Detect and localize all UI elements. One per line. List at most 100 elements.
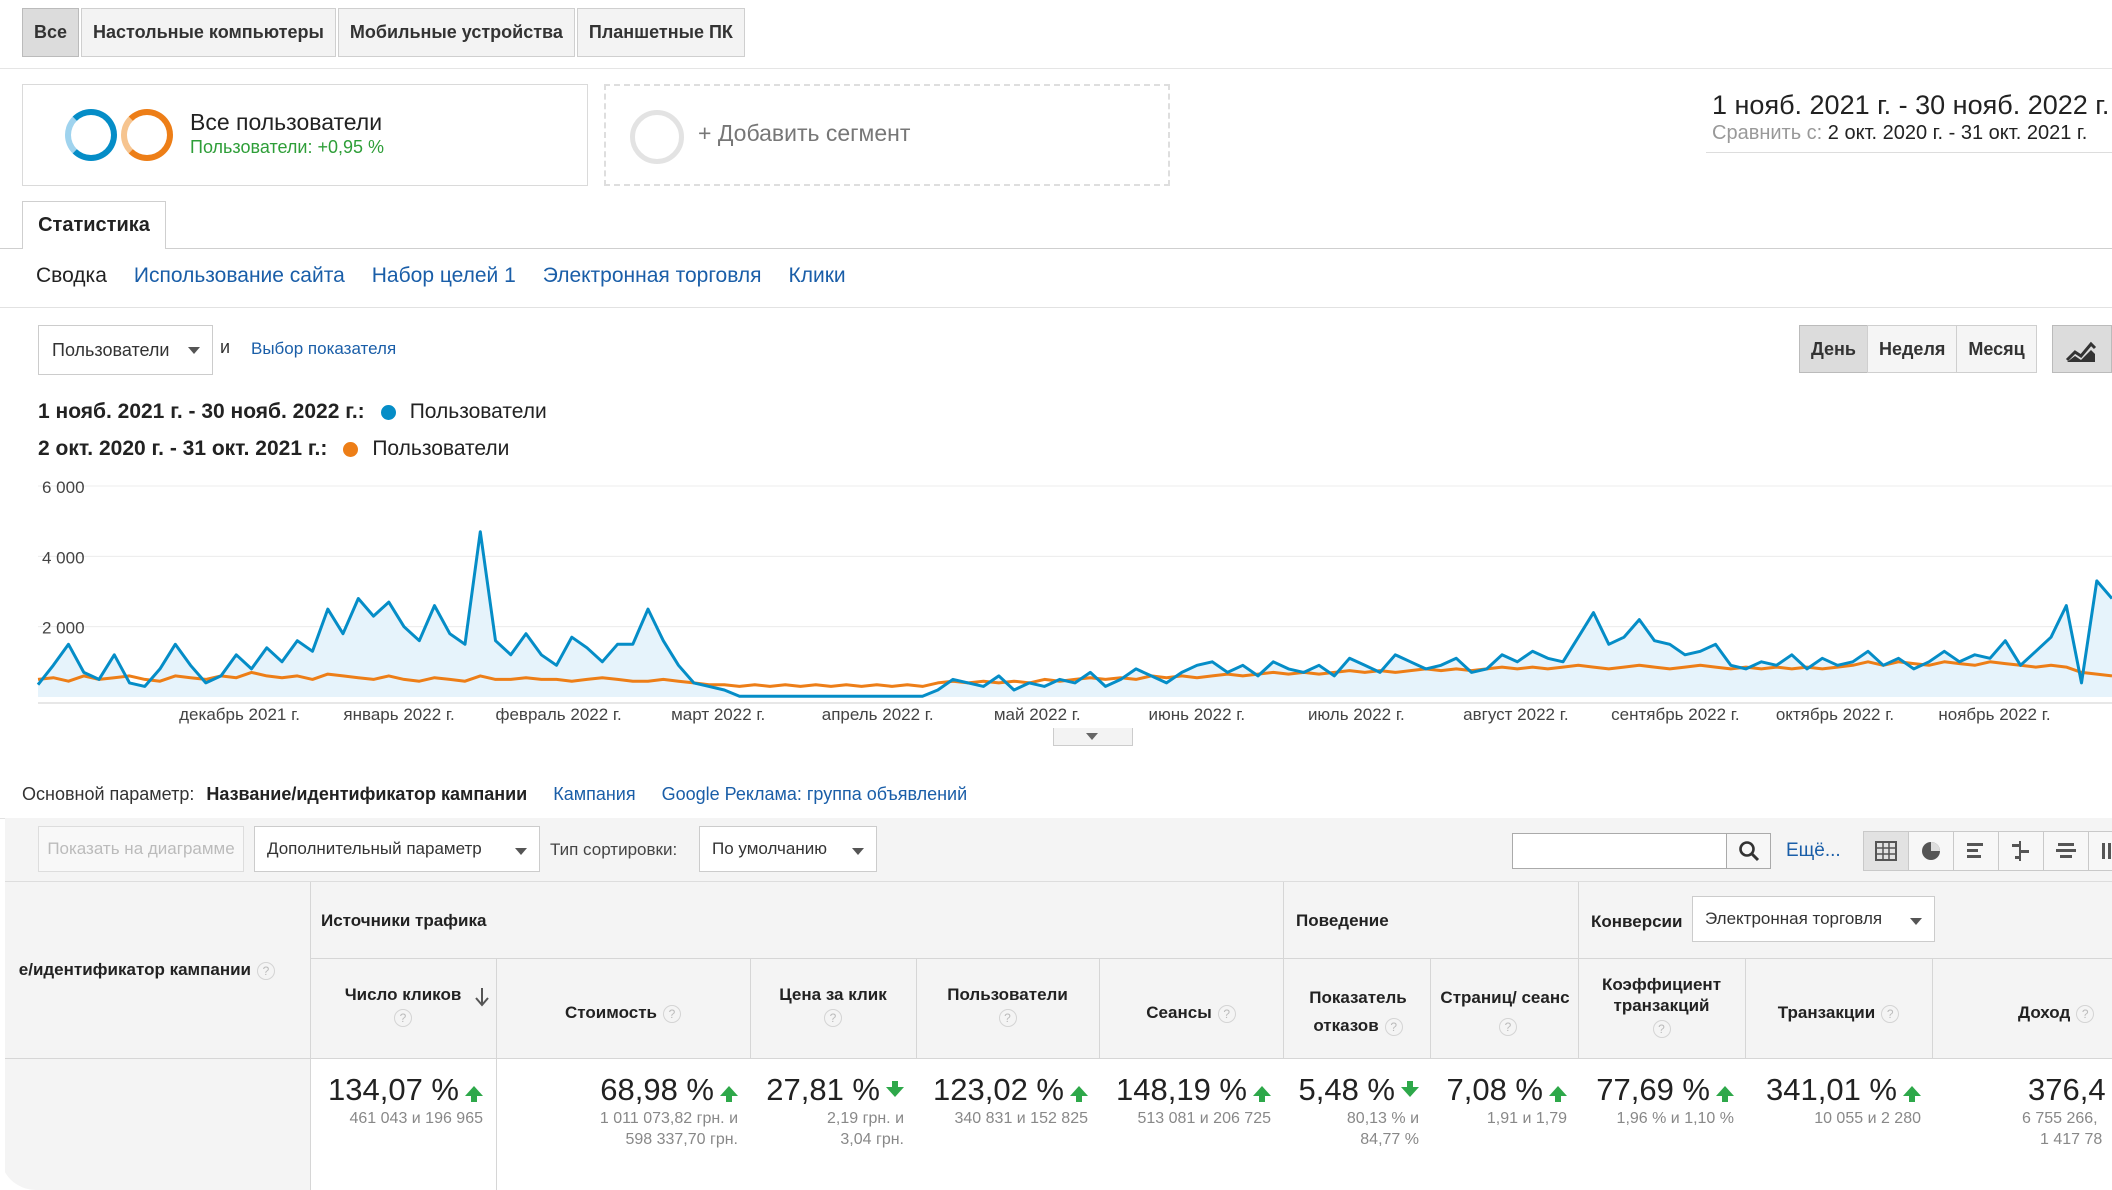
comparison-icon	[2012, 841, 2029, 861]
pie-view-button[interactable]	[1908, 831, 1954, 871]
column-header-pages-per-session[interactable]: Страниц/ сеанс?	[1440, 984, 1570, 1040]
segment-card-all-users[interactable]: Все пользователи Пользователи: +0,95 %	[22, 84, 588, 186]
column-label: Страниц/ сеанс	[1440, 988, 1570, 1007]
total-value: 5,48 %	[1298, 1072, 1395, 1107]
total-transactions: 341,01 % 10 055 и 2 280	[1745, 1072, 1921, 1129]
term-cloud-view-button[interactable]	[2043, 831, 2089, 871]
table-view-button[interactable]	[1863, 831, 1909, 871]
search-button[interactable]	[1726, 833, 1771, 869]
help-icon: ?	[1652, 1020, 1671, 1038]
date-compare[interactable]: Сравнить с: 2 окт. 2020 г. - 31 окт. 202…	[1712, 122, 2087, 145]
total-value: 148,19 %	[1116, 1072, 1247, 1107]
line-chart-button[interactable]	[2052, 325, 2112, 373]
metric-select[interactable]: Пользователи	[38, 325, 213, 375]
segment-ring-icon	[121, 109, 173, 161]
primary-dimension-label: Основной параметр:	[22, 784, 195, 804]
comparison-view-button[interactable]	[1998, 831, 2044, 871]
x-tick-label: декабрь 2021 г.	[179, 705, 300, 724]
total-detail: 598 337,70 грн.	[625, 1131, 738, 1148]
total-revenue: 376,4 6 755 266, 1 417 78	[2022, 1072, 2106, 1150]
column-header-transactions[interactable]: Транзакции?	[1745, 1002, 1932, 1023]
device-tab-all[interactable]: Все	[22, 8, 80, 57]
total-detail: 2,19 грн. и	[827, 1110, 904, 1127]
segment-title: Все пользователи	[190, 109, 383, 135]
tab-statistics[interactable]: Статистика	[22, 201, 166, 249]
help-icon: ?	[824, 1009, 842, 1027]
dimension-link-campaign[interactable]: Кампания	[553, 784, 635, 805]
more-options-link[interactable]: Ещё...	[1786, 840, 1841, 862]
help-icon: ?	[1384, 1017, 1403, 1036]
total-users: 123,02 % 340 831 и 152 825	[916, 1072, 1088, 1129]
chart-collapse-toggle[interactable]	[1053, 728, 1133, 746]
add-segment-button[interactable]: + Добавить сегмент	[604, 84, 1170, 186]
x-tick-label: апрель 2022 г.	[822, 705, 934, 724]
total-detail: 1 011 073,82 грн. и	[599, 1110, 738, 1127]
total-detail: 1 417 78	[2040, 1131, 2103, 1148]
arrow-up-icon	[1253, 1086, 1271, 1102]
grid-icon	[1875, 841, 1897, 861]
help-icon: ?	[998, 1009, 1017, 1027]
date-compare-value: 2 окт. 2020 г. - 31 окт. 2021 г.	[1827, 122, 2088, 144]
column-label: Транзакции	[1777, 1003, 1876, 1022]
legend-current: 1 нояб. 2021 г. - 30 нояб. 2022 г.: Поль…	[38, 400, 547, 424]
subnav-site-usage[interactable]: Использование сайта	[134, 264, 345, 288]
subnav-clicks[interactable]: Клики	[789, 264, 846, 288]
device-tab-desktop[interactable]: Настольные компьютеры	[81, 8, 336, 57]
period-day-button[interactable]: День	[1799, 325, 1868, 373]
y-tick-label: 4 000	[42, 548, 85, 567]
search-icon	[1738, 841, 1759, 862]
sort-type-select[interactable]: По умолчанию	[699, 826, 877, 872]
secondary-dimension-select[interactable]: Дополнительный параметр	[254, 826, 540, 872]
column-header-sessions[interactable]: Сеансы?	[1099, 1002, 1283, 1023]
row-dimension-header: е/идентификатор кампании?	[5, 960, 275, 980]
device-tab-tablet[interactable]: Планшетные ПК	[576, 8, 745, 57]
column-header-cost[interactable]: Стоимость?	[496, 1002, 750, 1023]
dimension-link-ad-group[interactable]: Google Реклама: группа объявлений	[662, 784, 968, 805]
help-icon: ?	[1881, 1004, 1900, 1023]
chevron-down-icon	[188, 347, 200, 354]
column-header-revenue[interactable]: Доход?	[1932, 1002, 2112, 1023]
column-header-cpc[interactable]: Цена за клик ?	[750, 984, 916, 1027]
total-value: 68,98 %	[600, 1072, 714, 1107]
subnav-ecommerce[interactable]: Электронная торговля	[543, 264, 762, 288]
period-week-button[interactable]: Неделя	[1867, 325, 1958, 373]
group-conversions: Конверсии	[1591, 912, 1683, 931]
subnav-goal-set-1[interactable]: Набор целей 1	[372, 264, 516, 288]
date-range-picker[interactable]: 1 нояб. 2021 г. - 30 нояб. 2022 г.	[1712, 90, 2109, 121]
arrow-down-icon	[886, 1081, 904, 1097]
pie-chart-icon	[1922, 842, 1940, 860]
divider	[5, 1058, 2112, 1059]
column-header-bounce-rate[interactable]: Показатель отказов?	[1293, 984, 1423, 1040]
primary-dimension-current: Название/идентификатор кампании	[206, 784, 528, 804]
subnav-summary[interactable]: Сводка	[36, 264, 107, 288]
group-traffic-sources: Источники трафика	[321, 911, 487, 930]
arrow-up-icon	[720, 1086, 738, 1102]
group-behavior: Поведение	[1296, 911, 1389, 930]
conversion-type-select[interactable]: Электронная торговля	[1692, 896, 1935, 942]
device-tab-mobile[interactable]: Мобильные устройства	[337, 8, 575, 57]
pivot-view-button[interactable]	[2088, 831, 2112, 871]
total-transaction-rate: 77,69 % 1,96 % и 1,10 %	[1578, 1072, 1734, 1129]
column-header-transaction-rate[interactable]: Коэффициент транзакций ?	[1578, 974, 1745, 1038]
column-header-users[interactable]: Пользователи ?	[916, 984, 1099, 1027]
period-month-button[interactable]: Месяц	[1956, 325, 2037, 373]
users-line-chart: 6 000 4 000 2 000 декабрь 2021 г. январь 202…	[36, 478, 2112, 724]
table-search-input[interactable]	[1512, 833, 1727, 869]
chevron-down-icon	[1086, 733, 1098, 740]
add-segment-label: + Добавить сегмент	[698, 120, 911, 146]
pick-metric-link[interactable]: Выбор показателя	[251, 339, 396, 359]
x-tick-label: ноябрь 2022 г.	[1938, 705, 2050, 724]
column-header-clicks[interactable]: Число кликов ?	[310, 984, 496, 1027]
total-cost: 68,98 % 1 011 073,82 грн. и 598 337,70 г…	[496, 1072, 738, 1150]
term-cloud-icon	[2056, 843, 2076, 858]
total-clicks: 134,07 % 461 043 и 196 965	[310, 1072, 483, 1129]
sort-arrow-icon	[475, 988, 489, 1007]
show-on-chart-button[interactable]: Показать на диаграмме	[38, 826, 244, 872]
divider	[0, 248, 2112, 249]
performance-view-button[interactable]	[1953, 831, 1999, 871]
total-detail: 461 043 и 196 965	[349, 1110, 484, 1127]
divider	[1430, 958, 1431, 1058]
arrow-up-icon	[465, 1086, 483, 1102]
x-tick-label: август 2022 г.	[1463, 705, 1568, 724]
divider	[0, 307, 2112, 308]
